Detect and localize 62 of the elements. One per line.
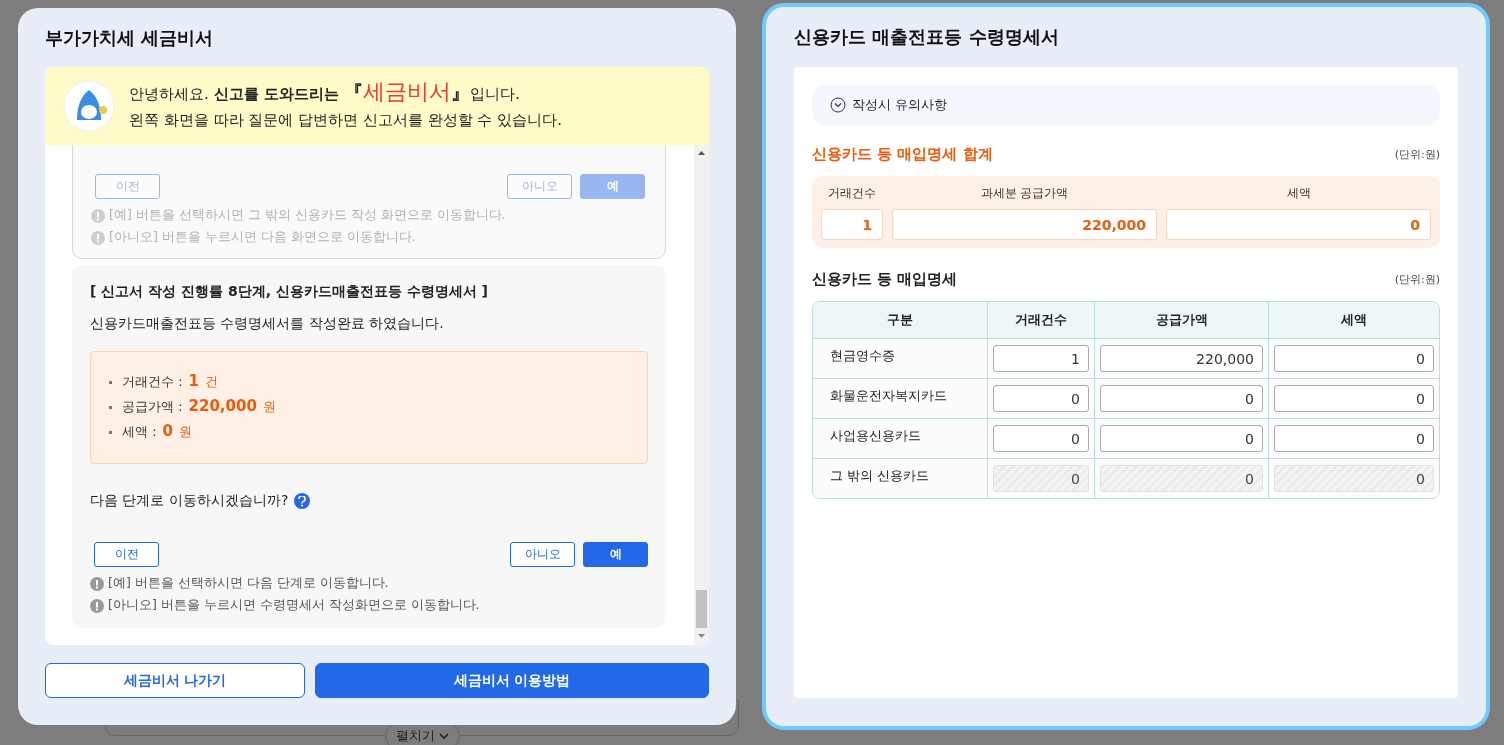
amount-field[interactable]: 0 [993, 385, 1089, 412]
chevron-down-icon [439, 732, 449, 740]
bullet-icon [109, 406, 112, 409]
note-text: [예] 버튼을 선택하시면 다음 단계로 이동합니다. [108, 575, 389, 592]
step-heading: [ 신고서 작성 진행률 8단계, 신용카드매출전표등 수령명세서 ] [90, 283, 489, 301]
field-label: 거래건수 [827, 185, 877, 202]
amount-field[interactable]: 0 [1100, 385, 1263, 412]
unit-label: (단위:원) [1394, 147, 1440, 162]
amount-field[interactable]: 0 [1274, 385, 1434, 412]
row-label: 화물운전자복지카드 [829, 387, 947, 405]
no-button[interactable]: 아니오 [510, 542, 575, 567]
note-text: [예] 버튼을 선택하시면 그 밖의 신용카드 작성 화면으로 이동합니다. [109, 207, 506, 224]
amount-field[interactable]: 0 [993, 425, 1089, 452]
summary-value: 0 [162, 422, 173, 440]
column-header: 구분 [813, 302, 987, 338]
instruction-text: 왼쪽 화면을 따라 질문에 답변하면 신고서를 완성할 수 있습니다. [129, 110, 562, 131]
summary-label: 세액 : [122, 423, 157, 441]
guide-button[interactable]: 세금비서 이용방법 [315, 663, 709, 698]
summary-value: 1 [188, 372, 199, 390]
help-icon[interactable] [294, 493, 311, 509]
exit-button[interactable]: 세금비서 나가기 [45, 663, 305, 698]
field-label: 세액 [1285, 185, 1312, 202]
note-text: [아니오] 버튼을 누르시면 다음 화면으로 이동합니다. [109, 229, 416, 246]
summary-unit: 건 [204, 373, 218, 391]
section-title: 신용카드 등 매입명세 [812, 270, 958, 289]
amount-field[interactable]: 0 [1274, 345, 1434, 372]
column-header: 공급가액 [1094, 302, 1268, 338]
avatar-icon [63, 80, 115, 132]
amount-field[interactable]: 0 [1274, 425, 1434, 452]
row-label: 그 밖의 신용카드 [829, 467, 930, 485]
notice-toggle[interactable]: 작성시 유의사항 [812, 85, 1440, 125]
warning-icon [90, 576, 104, 591]
section-title: 신용카드 등 매입명세 합계 [812, 145, 993, 164]
bullet-icon [109, 431, 112, 434]
summary-unit: 원 [178, 423, 192, 441]
amount-field[interactable]: 1 [993, 345, 1089, 372]
note-text: [아니오] 버튼을 누르시면 수령명세서 작성화면으로 이동합니다. [108, 597, 480, 614]
warning-icon [90, 598, 104, 613]
summary-unit: 원 [262, 398, 276, 416]
dialog-title: 신용카드 매출전표등 수령명세서 [794, 25, 1060, 49]
field-label: 과세분 공급가액 [979, 185, 1070, 202]
yes-button[interactable]: 예 [583, 542, 648, 567]
warning-icon [91, 208, 105, 223]
amount-field[interactable]: 0 [1100, 425, 1263, 452]
greeting-text: 안녕하세요. 신고를 도와드리는 『세금비서』입니다. [129, 81, 521, 105]
dialog-title: 부가가치세 세금비서 [45, 25, 215, 50]
summary-label: 공급가액 : [122, 398, 183, 416]
unit-label: (단위:원) [1394, 272, 1440, 287]
column-header: 거래건수 [987, 302, 1094, 338]
question-text: 다음 단계로 이동하시겠습니까? [90, 492, 289, 510]
bullet-icon [109, 381, 112, 384]
summary-value: 220,000 [188, 397, 257, 415]
row-label: 현금영수증 [829, 347, 895, 365]
step-message: 신용카드매출전표등 수령명세서를 작성완료 하였습니다. [90, 315, 445, 333]
scrollbar[interactable] [694, 145, 709, 645]
warning-icon [91, 230, 105, 245]
summary-label: 거래건수 : [122, 373, 183, 391]
row-label: 사업용신용카드 [829, 427, 921, 445]
column-header: 세액 [1268, 302, 1439, 338]
chevron-circle-icon [830, 97, 846, 113]
amount-field[interactable]: 220,000 [1100, 345, 1263, 372]
previous-button[interactable]: 이전 [94, 542, 159, 567]
